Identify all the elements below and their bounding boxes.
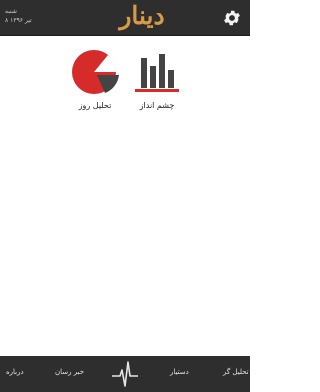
weekday-label: شنبه: [5, 8, 17, 15]
nav-analyst[interactable]: تحلیل گر: [223, 368, 249, 376]
bar-chart-icon: [135, 54, 179, 92]
date-display: شنبه ۸ تیر ۱۳۹۶: [5, 7, 45, 25]
tile-daily-analysis[interactable]: تحلیل روز: [64, 46, 126, 116]
tile-daily-analysis-label: تحلیل روز: [78, 101, 112, 110]
pie-chart-icon: [72, 50, 119, 94]
nav-about[interactable]: درباره: [6, 368, 24, 376]
settings-button[interactable]: [221, 7, 243, 29]
tile-outlook-label: چشم انداز: [139, 101, 175, 110]
pulse-icon: [112, 361, 138, 387]
date-label: ۸ تیر ۱۳۹۶: [5, 17, 32, 24]
top-bar: شنبه ۸ تیر ۱۳۹۶ دینار: [0, 0, 250, 36]
nav-pulse-button[interactable]: [112, 360, 138, 388]
nav-assistant[interactable]: دستیار: [170, 368, 189, 376]
tile-outlook[interactable]: چشم انداز: [126, 46, 188, 116]
gear-icon: [224, 10, 240, 26]
bottom-nav: تحلیل گر دستیار خبر رسان درباره: [0, 356, 250, 392]
nav-news[interactable]: خبر رسان: [55, 368, 84, 376]
app-logo: دینار: [119, 1, 165, 30]
